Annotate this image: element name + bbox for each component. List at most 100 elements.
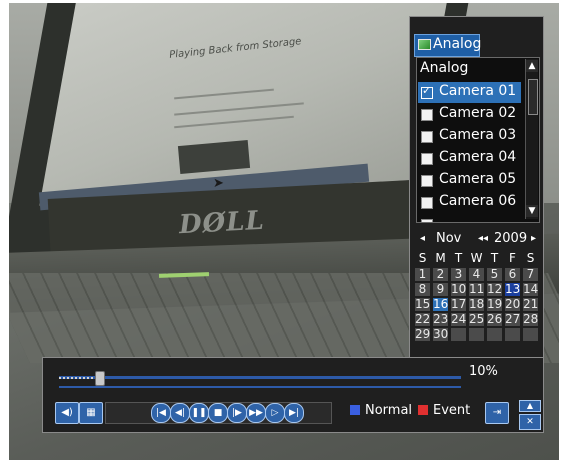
camera-item-01[interactable]: Camera 01 — [418, 82, 521, 103]
exit-icon[interactable]: ⇥ — [485, 402, 509, 424]
calendar-day[interactable]: 23 — [432, 312, 449, 327]
progress-percent: 10% — [469, 364, 498, 379]
calendar-day[interactable]: 21 — [522, 297, 539, 312]
slow-forward-icon[interactable]: ▷ — [265, 403, 285, 423]
camera-checkbox[interactable] — [421, 84, 433, 99]
timeline-track — [59, 376, 461, 379]
calendar-month: Nov — [436, 231, 462, 246]
calendar-day[interactable]: 9 — [432, 282, 449, 297]
camera-checkbox[interactable] — [421, 153, 433, 165]
skip-end-icon[interactable]: ▶| — [284, 403, 304, 423]
camera-label: Camera 03 — [439, 127, 517, 143]
event-legend-label: Event — [433, 403, 471, 418]
camera-label: Camera 02 — [439, 105, 517, 121]
camera-calendar-panel: Analog Analog Camera 01 Camera 02 Camera… — [409, 16, 544, 358]
calendar-day[interactable]: 13 — [504, 282, 521, 297]
calendar-year: 2009 — [494, 231, 528, 246]
calendar-empty-cell — [486, 327, 503, 342]
calendar-day[interactable]: 8 — [414, 282, 431, 297]
calendar-day[interactable]: 12 — [486, 282, 503, 297]
mouse-cursor-icon: ➤ — [213, 176, 224, 191]
camera-item-03[interactable]: Camera 03 — [418, 126, 521, 147]
calendar-day[interactable]: 22 — [414, 312, 431, 327]
scroll-up-icon[interactable]: ▲ — [519, 400, 541, 412]
scroll-down-icon[interactable]: ✕ — [519, 414, 541, 430]
calendar-day[interactable]: 11 — [468, 282, 485, 297]
calendar-day[interactable]: 28 — [522, 312, 539, 327]
calendar-day[interactable]: 6 — [504, 267, 521, 282]
calendar-day[interactable]: 20 — [504, 297, 521, 312]
camera-item-04[interactable]: Camera 04 — [418, 148, 521, 169]
calendar: ◂ Nov ◂◂ 2009 ▸ S M T W T F S 1 2 3 4 5 6 7 8 9 10 11 12 13… — [414, 227, 540, 355]
scroll-down-icon[interactable]: ▼ — [526, 205, 538, 217]
calendar-day[interactable]: 19 — [486, 297, 503, 312]
dvr-playback-screen: Playing Back from Storage ➤ DØLL Analog … — [0, 0, 566, 466]
calendar-day[interactable]: 17 — [450, 297, 467, 312]
skip-start-icon[interactable]: |◀ — [151, 403, 171, 423]
normal-legend-swatch — [350, 405, 360, 415]
calendar-day[interactable]: 2 — [432, 267, 449, 282]
calendar-header: ◂ Nov ◂◂ 2009 ▸ — [414, 231, 540, 247]
calendar-day[interactable]: 5 — [486, 267, 503, 282]
calendar-weekday: F — [509, 251, 516, 265]
timeline-played-portion — [59, 377, 95, 379]
camera-item-02[interactable]: Camera 02 — [418, 104, 521, 125]
calendar-empty-cell — [450, 327, 467, 342]
clip-icon[interactable]: ▦ — [79, 402, 103, 424]
calendar-weekday: M — [435, 251, 446, 265]
camera-item-05[interactable]: Camera 05 — [418, 170, 521, 191]
scrollbar-thumb[interactable] — [528, 79, 538, 115]
speaker-icon[interactable]: ◀) — [55, 402, 79, 424]
camera-list-scrollbar[interactable]: ▲ ▼ — [525, 59, 538, 219]
calendar-empty-cell — [522, 327, 539, 342]
scroll-up-icon[interactable]: ▲ — [526, 60, 538, 72]
calendar-day[interactable]: 7 — [522, 267, 539, 282]
camera-list[interactable]: Analog Camera 01 Camera 02 Camera 03 Cam… — [416, 57, 540, 223]
calendar-day[interactable]: 10 — [450, 282, 467, 297]
calendar-day[interactable]: 14 — [522, 282, 539, 297]
calendar-day[interactable]: 30 — [432, 327, 449, 342]
calendar-day[interactable]: 15 — [414, 297, 431, 312]
normal-legend-label: Normal — [365, 403, 413, 418]
pause-icon[interactable]: ❚❚ — [189, 403, 209, 423]
calendar-day[interactable]: 3 — [450, 267, 467, 282]
playback-timeline[interactable] — [59, 371, 461, 386]
calendar-day[interactable]: 1 — [414, 267, 431, 282]
camera-checkbox — [421, 219, 433, 222]
camera-checkbox[interactable] — [421, 109, 433, 121]
camera-checkbox[interactable] — [421, 175, 433, 187]
timeline-slider-handle[interactable] — [95, 371, 105, 386]
camera-label: Camera 01 — [439, 83, 517, 99]
tab-analog-label: Analog — [433, 36, 482, 52]
calendar-day[interactable]: 27 — [504, 312, 521, 327]
fast-forward-icon[interactable]: ▶▶ — [246, 403, 266, 423]
calendar-weekday: S — [418, 251, 427, 265]
rewind-icon[interactable]: ◀| — [170, 403, 190, 423]
camera-checkbox[interactable] — [421, 197, 433, 209]
calendar-empty-cell — [504, 327, 521, 342]
step-forward-icon[interactable]: |▶ — [227, 403, 247, 423]
stop-icon[interactable]: ■ — [208, 403, 228, 423]
camera-label: Camera 04 — [439, 149, 517, 165]
calendar-day[interactable]: 16 — [432, 297, 449, 312]
calendar-day[interactable]: 29 — [414, 327, 431, 342]
brand-logo: DØLL — [178, 205, 266, 241]
prev-month-icon[interactable]: ◂ — [420, 233, 425, 244]
prev-year-icon[interactable]: ◂◂ — [478, 233, 488, 244]
playback-control-panel: 10% ◀) ▦ |◀ ◀| ❚❚ ■ |▶ ▶▶ ▷ ▶| Normal Ev… — [42, 357, 544, 433]
camera-item-06[interactable]: Camera 06 — [418, 192, 521, 213]
calendar-weekday: T — [454, 251, 463, 265]
calendar-day[interactable]: 18 — [468, 297, 485, 312]
next-year-icon[interactable]: ▸ — [531, 233, 536, 244]
calendar-weekday: S — [526, 251, 535, 265]
calendar-day[interactable]: 25 — [468, 312, 485, 327]
calendar-day[interactable]: 24 — [450, 312, 467, 327]
camera-group-icon — [418, 39, 431, 50]
calendar-empty-cell — [468, 327, 485, 342]
calendar-day[interactable]: 26 — [486, 312, 503, 327]
camera-label: Camera 06 — [439, 193, 517, 209]
tab-analog[interactable]: Analog — [414, 34, 482, 57]
camera-checkbox[interactable] — [421, 131, 433, 143]
calendar-day[interactable]: 4 — [468, 267, 485, 282]
event-legend-swatch — [418, 405, 428, 415]
